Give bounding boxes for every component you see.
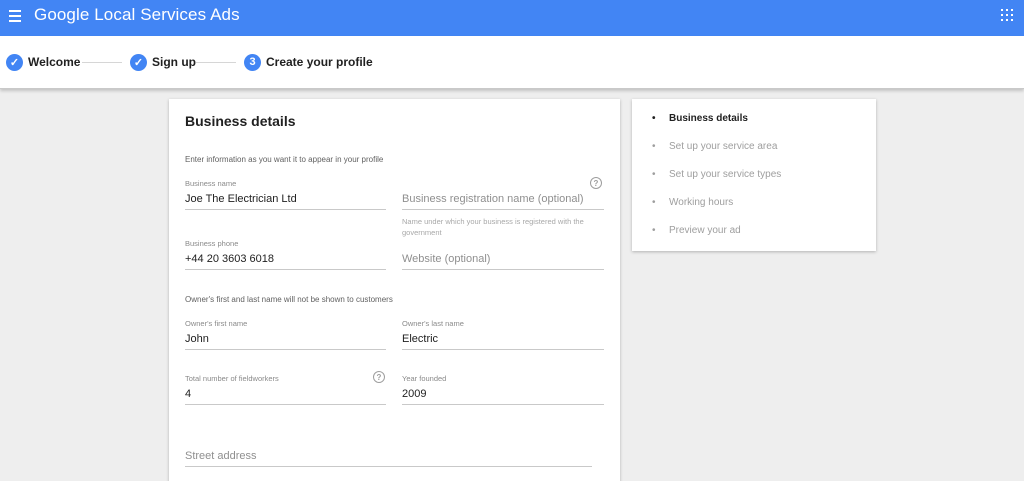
registration-name-field[interactable]: Business registration name (optional) Na…	[402, 179, 604, 237]
nav-item-label: Business details	[669, 113, 748, 124]
card-title: Business details	[185, 113, 296, 129]
street-address-field[interactable]: Street address	[185, 436, 592, 468]
help-icon[interactable]: ?	[590, 177, 602, 189]
field-underline	[402, 404, 604, 405]
business-name-value[interactable]: Joe The Electrician Ltd	[185, 193, 297, 205]
year-founded-value[interactable]: 2009	[402, 388, 426, 400]
nav-item-service-area[interactable]: • Set up your service area	[652, 141, 781, 169]
field-label: Business phone	[185, 239, 239, 248]
bullet: •	[652, 169, 656, 180]
field-label: Owner's last name	[402, 319, 464, 328]
field-underline	[185, 209, 386, 210]
website-field[interactable]: Website (optional)	[402, 239, 604, 271]
step-connector	[82, 62, 122, 63]
intro-text: Enter information as you want it to appe…	[185, 155, 384, 164]
nav-item-service-types[interactable]: • Set up your service types	[652, 169, 781, 197]
field-label: Owner's first name	[185, 319, 248, 328]
progress-stepper: ✓ Welcome ✓ Sign up 3 Create your profil…	[0, 36, 1024, 89]
field-label: Total number of fieldworkers	[185, 374, 279, 383]
owner-privacy-note: Owner's first and last name will not be …	[185, 295, 393, 304]
field-underline	[185, 269, 386, 270]
business-details-card: Business details Enter information as yo…	[169, 99, 620, 481]
business-phone-field[interactable]: Business phone +44 20 3603 6018	[185, 239, 386, 271]
owner-last-name-value[interactable]: Electric	[402, 333, 438, 345]
check-icon: ✓	[130, 53, 147, 71]
profile-sections-nav: • Business details • Set up your service…	[632, 99, 876, 251]
nav-item-preview-ad[interactable]: • Preview your ad	[652, 225, 781, 253]
step-welcome[interactable]: ✓ Welcome	[6, 53, 80, 71]
business-phone-value[interactable]: +44 20 3603 6018	[185, 253, 274, 265]
bullet: •	[652, 141, 656, 152]
owner-first-name-value[interactable]: John	[185, 333, 209, 345]
apps-grid-icon[interactable]	[1001, 9, 1013, 21]
help-icon[interactable]: ?	[373, 371, 385, 383]
step-label: Sign up	[152, 55, 196, 69]
registration-name-placeholder[interactable]: Business registration name (optional)	[402, 193, 584, 205]
field-label: Business name	[185, 179, 237, 188]
hamburger-menu-icon[interactable]	[9, 10, 21, 22]
field-underline	[185, 404, 386, 405]
nav-item-working-hours[interactable]: • Working hours	[652, 197, 781, 225]
step-number: 3	[244, 53, 261, 71]
step-label: Create your profile	[266, 55, 373, 69]
step-create-profile[interactable]: 3 Create your profile	[244, 53, 373, 71]
field-underline	[402, 209, 604, 210]
field-underline	[185, 349, 386, 350]
fieldworkers-field[interactable]: Total number of fieldworkers 4	[185, 374, 386, 406]
bullet: •	[652, 197, 656, 208]
year-founded-field[interactable]: Year founded 2009	[402, 374, 604, 406]
nav-item-business-details[interactable]: • Business details	[652, 113, 781, 141]
app-title: Google Local Services Ads	[34, 5, 240, 24]
step-connector	[196, 62, 236, 63]
bullet: •	[652, 113, 656, 124]
field-hint: Name under which your business is regist…	[402, 217, 584, 237]
nav-item-label: Set up your service types	[669, 169, 782, 180]
check-icon: ✓	[6, 53, 23, 71]
field-underline	[402, 269, 604, 270]
field-underline	[185, 466, 592, 467]
fieldworkers-value[interactable]: 4	[185, 388, 191, 400]
nav-item-label: Preview your ad	[669, 225, 741, 236]
bullet: •	[652, 225, 656, 236]
business-name-field[interactable]: Business name Joe The Electrician Ltd	[185, 179, 386, 211]
step-sign-up[interactable]: ✓ Sign up	[130, 53, 196, 71]
street-address-placeholder[interactable]: Street address	[185, 450, 257, 462]
field-label: Year founded	[402, 374, 447, 383]
step-label: Welcome	[28, 55, 81, 69]
nav-item-label: Set up your service area	[669, 141, 778, 152]
nav-item-label: Working hours	[669, 197, 734, 208]
field-underline	[402, 349, 604, 350]
website-placeholder[interactable]: Website (optional)	[402, 253, 490, 265]
owner-last-name-field[interactable]: Owner's last name Electric	[402, 319, 604, 351]
owner-first-name-field[interactable]: Owner's first name John	[185, 319, 386, 351]
app-bar: Google Local Services Ads	[0, 0, 1024, 36]
